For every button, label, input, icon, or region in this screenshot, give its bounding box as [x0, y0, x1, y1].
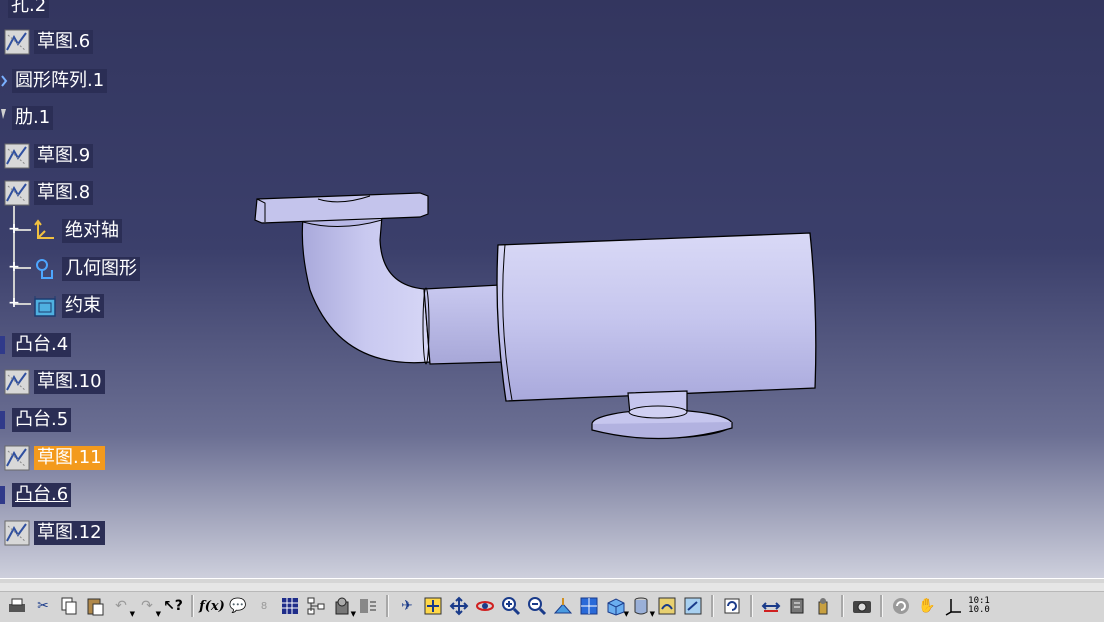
- rib-feature-icon: [0, 105, 8, 131]
- pad-feature-icon: [0, 332, 8, 358]
- zoom-in-icon[interactable]: [498, 593, 524, 619]
- toolbar-separator: [880, 595, 883, 617]
- tree-item-sketch-9[interactable]: 草图.9: [4, 143, 94, 169]
- specification-tree[interactable]: + + + 孔.2 草图.6 圆形阵列.1 肋.1 草图.9 草图.8 绝对轴 …: [0, 0, 320, 560]
- comment-icon[interactable]: 💬: [225, 593, 251, 619]
- tree-item-sketch-12[interactable]: 草图.12: [4, 520, 105, 546]
- copy-icon[interactable]: [56, 593, 82, 619]
- geometry-icon: [32, 256, 58, 282]
- tree-item-label: 孔.2: [8, 0, 50, 18]
- refresh-icon[interactable]: [888, 593, 914, 619]
- expand-plus-icon[interactable]: +: [8, 222, 20, 236]
- toolbar-separator: [750, 595, 753, 617]
- tree-item-pad-5[interactable]: 凸台.5: [0, 407, 72, 433]
- tree-item-hole-2[interactable]: 孔.2: [8, 0, 50, 18]
- zoom-ratio-icon[interactable]: 10:1 10.0: [966, 593, 992, 619]
- redo-icon[interactable]: ↷ ▼: [134, 593, 161, 619]
- capture-icon[interactable]: [849, 593, 875, 619]
- expand-plus-icon[interactable]: +: [8, 296, 20, 310]
- iso-view-icon[interactable]: ▼: [602, 593, 629, 619]
- tree-item-absolute-axis[interactable]: 绝对轴: [32, 219, 122, 243]
- fly-icon[interactable]: ✈: [394, 593, 420, 619]
- tree-item-label: 圆形阵列.1: [12, 69, 108, 93]
- measure-icon[interactable]: [758, 593, 784, 619]
- tree-item-label: 草图.12: [34, 521, 105, 545]
- material-icon[interactable]: [810, 593, 836, 619]
- zoom-out-icon[interactable]: [524, 593, 550, 619]
- constraint-icon: [32, 293, 58, 319]
- tree-icon[interactable]: [303, 593, 329, 619]
- tree-item-pad-4[interactable]: 凸台.4: [0, 332, 72, 358]
- hand-icon[interactable]: ✋: [914, 593, 940, 619]
- fit-all-icon[interactable]: [420, 593, 446, 619]
- pad-feature-icon: [0, 407, 8, 433]
- update-icon[interactable]: [719, 593, 745, 619]
- tree-item-label: 几何图形: [62, 257, 140, 281]
- sketch-icon: [4, 143, 30, 169]
- tree-item-pad-6[interactable]: 凸台.6: [0, 482, 72, 508]
- tree-item-label: 凸台.4: [12, 333, 72, 357]
- tree-item-label: 草图.9: [34, 144, 94, 168]
- zoom-ratio-bottom: 10.0: [968, 605, 990, 615]
- tree-item-label: 凸台.5: [12, 408, 72, 432]
- tree-item-label: 草图.8: [34, 181, 94, 205]
- toolbar-buttons: ✂ ↶ ▼ ↷ ▼ ↖? f(x) 💬 8 ▼ ✈ ▼ ▼ ✋ 10:1 10.…: [4, 591, 992, 621]
- pan-icon[interactable]: [446, 593, 472, 619]
- normal-view-icon[interactable]: [550, 593, 576, 619]
- axis-icon[interactable]: [940, 593, 966, 619]
- rotate-icon[interactable]: [472, 593, 498, 619]
- tree-item-label: 约束: [62, 294, 104, 318]
- sketch-icon: [4, 29, 30, 55]
- hint-icon[interactable]: 8: [251, 593, 277, 619]
- paste-icon[interactable]: [82, 593, 108, 619]
- expand-plus-icon[interactable]: +: [8, 260, 20, 274]
- toolbar-separator: [386, 595, 389, 617]
- sketch-icon: [4, 445, 30, 471]
- shading-icon[interactable]: ▼: [628, 593, 655, 619]
- pad-feature-icon: [0, 482, 8, 508]
- sketch-icon: [4, 180, 30, 206]
- sketch-icon: [4, 369, 30, 395]
- tree-item-label: 草图.6: [34, 30, 94, 54]
- main-cylinder: [496, 232, 817, 402]
- whats-this-icon[interactable]: ↖?: [160, 593, 186, 619]
- bottom-toolbar: ✂ ↶ ▼ ↷ ▼ ↖? f(x) 💬 8 ▼ ✈ ▼ ▼ ✋ 10:1 10.…: [0, 578, 1104, 622]
- tree-item-sketch-6[interactable]: 草图.6: [4, 29, 94, 55]
- tree-item-sketch-11[interactable]: 草图.11: [4, 445, 105, 471]
- tree-item-label: 绝对轴: [62, 219, 122, 243]
- table-icon[interactable]: [277, 593, 303, 619]
- tree-item-label: 草图.11: [34, 446, 105, 470]
- tree-item-geometry[interactable]: 几何图形: [32, 257, 140, 281]
- toolbar-separator: [191, 595, 194, 617]
- absolute-axis-icon: [32, 218, 58, 244]
- tree-item-label: 肋.1: [12, 106, 54, 130]
- circular-pattern-icon: [0, 68, 8, 94]
- tree-item-rib-1[interactable]: 肋.1: [0, 105, 54, 131]
- cut-icon[interactable]: ✂: [30, 593, 56, 619]
- toolbar-separator: [711, 595, 714, 617]
- sketch-icon: [4, 520, 30, 546]
- print-icon[interactable]: [4, 593, 30, 619]
- tree-item-circular-pattern-1[interactable]: 圆形阵列.1: [0, 68, 108, 94]
- tree-item-label: 凸台.6: [12, 483, 72, 507]
- tree-item-constraints[interactable]: 约束: [32, 294, 104, 318]
- tree-item-sketch-8[interactable]: 草图.8: [4, 180, 94, 206]
- toolbar-separator: [841, 595, 844, 617]
- multi-view-icon[interactable]: [576, 593, 602, 619]
- undo-icon[interactable]: ↶ ▼: [108, 593, 135, 619]
- formula-icon[interactable]: f(x): [199, 593, 225, 619]
- connecting-pipe: [423, 284, 504, 365]
- hide-show-icon[interactable]: [654, 593, 680, 619]
- swap-visible-icon[interactable]: [680, 593, 706, 619]
- tree-item-label: 草图.10: [34, 370, 105, 394]
- tree-item-sketch-10[interactable]: 草图.10: [4, 369, 105, 395]
- 3d-viewport[interactable]: + + + 孔.2 草图.6 圆形阵列.1 肋.1 草图.9 草图.8 绝对轴 …: [0, 0, 1104, 578]
- analysis-icon[interactable]: [784, 593, 810, 619]
- knowledge-icon[interactable]: [355, 593, 381, 619]
- catalog-icon[interactable]: ▼: [329, 593, 356, 619]
- elbow-pipe: [301, 215, 431, 364]
